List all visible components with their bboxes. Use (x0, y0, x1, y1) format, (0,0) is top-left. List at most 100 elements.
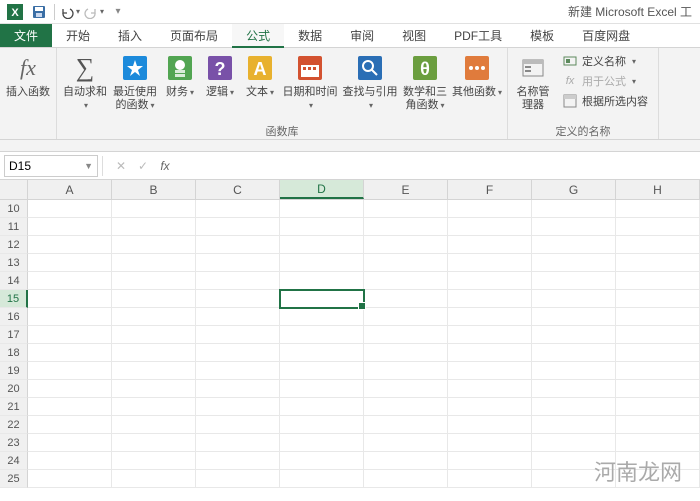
row-header[interactable]: 14 (0, 272, 28, 290)
cell[interactable] (364, 434, 448, 452)
cell[interactable] (616, 398, 700, 416)
row-header[interactable]: 17 (0, 326, 28, 344)
spreadsheet-grid[interactable]: ABCDEFGH 1011121314151617181920212223242… (0, 180, 700, 488)
cell[interactable] (448, 308, 532, 326)
row-header[interactable]: 11 (0, 218, 28, 236)
cell[interactable] (616, 254, 700, 272)
cell[interactable] (196, 290, 280, 308)
use-in-formula-button[interactable]: fx 用于公式▾ (560, 72, 650, 90)
cell[interactable] (364, 470, 448, 488)
cell[interactable] (364, 344, 448, 362)
cell[interactable] (28, 272, 112, 290)
cell[interactable] (196, 308, 280, 326)
cell[interactable] (616, 452, 700, 470)
cell[interactable] (448, 272, 532, 290)
cell[interactable] (532, 434, 616, 452)
tab-data[interactable]: 数据 (284, 24, 336, 47)
lookup-button[interactable]: 查找与引用▾ (341, 50, 399, 114)
create-from-selection-button[interactable]: 根据所选内容 (560, 92, 650, 110)
column-header[interactable]: E (364, 180, 448, 199)
cell[interactable] (28, 398, 112, 416)
cell[interactable] (616, 218, 700, 236)
cell[interactable] (28, 200, 112, 218)
cell[interactable] (448, 362, 532, 380)
cell[interactable] (112, 254, 196, 272)
tab-pdf-tools[interactable]: PDF工具 (440, 24, 516, 47)
cell[interactable] (364, 290, 448, 308)
cell[interactable] (448, 218, 532, 236)
cell[interactable] (280, 398, 364, 416)
cell[interactable] (28, 308, 112, 326)
cell[interactable] (448, 398, 532, 416)
row-header[interactable]: 24 (0, 452, 28, 470)
cell[interactable] (112, 272, 196, 290)
row-header[interactable]: 16 (0, 308, 28, 326)
cell[interactable] (616, 236, 700, 254)
cell[interactable] (280, 470, 364, 488)
row-header[interactable]: 19 (0, 362, 28, 380)
cell[interactable] (280, 272, 364, 290)
tab-file[interactable]: 文件 (0, 24, 52, 47)
cell[interactable] (112, 434, 196, 452)
cell[interactable] (448, 380, 532, 398)
cell[interactable] (28, 452, 112, 470)
more-functions-button[interactable]: 其他函数▾ (451, 50, 503, 101)
tab-view[interactable]: 视图 (388, 24, 440, 47)
cell[interactable] (616, 416, 700, 434)
cell[interactable] (28, 434, 112, 452)
cell[interactable] (448, 290, 532, 308)
row-header[interactable]: 23 (0, 434, 28, 452)
name-box-input[interactable] (9, 159, 80, 173)
cell[interactable] (196, 326, 280, 344)
cell[interactable] (532, 398, 616, 416)
row-header[interactable]: 22 (0, 416, 28, 434)
cell[interactable] (616, 290, 700, 308)
column-header[interactable]: B (112, 180, 196, 199)
column-header[interactable]: F (448, 180, 532, 199)
cell[interactable] (364, 308, 448, 326)
cell[interactable] (112, 362, 196, 380)
cell[interactable] (364, 200, 448, 218)
cell[interactable] (280, 434, 364, 452)
column-header[interactable]: G (532, 180, 616, 199)
cell[interactable] (616, 326, 700, 344)
cell[interactable] (280, 416, 364, 434)
cell[interactable] (196, 416, 280, 434)
cell[interactable] (280, 362, 364, 380)
cell[interactable] (364, 326, 448, 344)
cell[interactable] (364, 272, 448, 290)
cell[interactable] (448, 326, 532, 344)
cell[interactable] (364, 452, 448, 470)
cell[interactable] (196, 434, 280, 452)
row-header[interactable]: 13 (0, 254, 28, 272)
tab-home[interactable]: 开始 (52, 24, 104, 47)
cell[interactable] (532, 200, 616, 218)
cell[interactable] (280, 326, 364, 344)
cell[interactable] (112, 218, 196, 236)
cell[interactable] (28, 326, 112, 344)
cell[interactable] (196, 218, 280, 236)
cell[interactable] (448, 470, 532, 488)
tab-templates[interactable]: 模板 (516, 24, 568, 47)
undo-icon[interactable]: ▾ (59, 1, 81, 23)
cell[interactable] (112, 398, 196, 416)
cell[interactable] (532, 272, 616, 290)
cell[interactable] (28, 290, 112, 308)
cell[interactable] (112, 290, 196, 308)
name-box[interactable]: ▼ (4, 155, 98, 177)
cell[interactable] (280, 236, 364, 254)
cell[interactable] (112, 344, 196, 362)
save-icon[interactable] (28, 1, 50, 23)
cell[interactable] (196, 200, 280, 218)
cell[interactable] (280, 452, 364, 470)
cell[interactable] (280, 254, 364, 272)
row-header[interactable]: 20 (0, 380, 28, 398)
cell[interactable] (448, 200, 532, 218)
name-manager-button[interactable]: 名称管理器 (512, 50, 554, 114)
cell[interactable] (616, 344, 700, 362)
row-header[interactable]: 15 (0, 290, 28, 308)
cell[interactable] (280, 380, 364, 398)
cell[interactable] (196, 380, 280, 398)
cell[interactable] (364, 416, 448, 434)
cell[interactable] (280, 344, 364, 362)
